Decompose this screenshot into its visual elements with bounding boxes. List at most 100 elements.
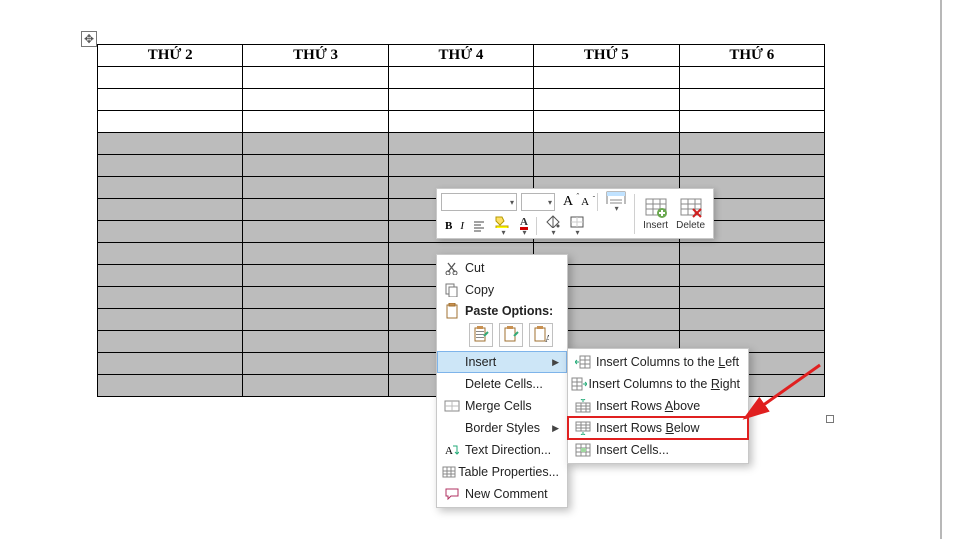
table-cell[interactable]	[98, 67, 243, 89]
table-cell[interactable]	[98, 199, 243, 221]
insert-cells-icon	[570, 443, 596, 457]
table-cell[interactable]	[98, 287, 243, 309]
table-cell[interactable]	[679, 265, 824, 287]
menu-paste-options-header: Paste Options: A	[437, 301, 567, 351]
delete-ribbon-button[interactable]: Delete	[674, 192, 707, 236]
table-cell[interactable]	[98, 309, 243, 331]
table-cell[interactable]	[98, 375, 243, 397]
align-button[interactable]	[468, 215, 490, 237]
table-cell[interactable]	[98, 177, 243, 199]
table-row[interactable]	[98, 89, 825, 111]
table-cell[interactable]	[679, 243, 824, 265]
table-header[interactable]: THỨ 2	[98, 45, 243, 67]
table-cell[interactable]	[243, 177, 388, 199]
table-cell[interactable]	[98, 243, 243, 265]
table-move-handle[interactable]: ✥	[81, 31, 97, 47]
table-header[interactable]: THỨ 3	[243, 45, 388, 67]
table-cell[interactable]	[534, 133, 679, 155]
table-cell[interactable]	[388, 111, 533, 133]
table-cell[interactable]	[243, 221, 388, 243]
paste-option-text-only[interactable]: A	[529, 323, 553, 347]
table-cell[interactable]	[679, 89, 824, 111]
table-cell[interactable]	[243, 309, 388, 331]
table-cell[interactable]	[98, 111, 243, 133]
table-cell[interactable]	[388, 89, 533, 111]
bold-button[interactable]: B	[441, 215, 456, 237]
context-menu: Cut Copy Paste Options: A Insert	[436, 254, 568, 508]
table-cell[interactable]	[243, 133, 388, 155]
table-cell[interactable]	[679, 111, 824, 133]
paste-option-merge[interactable]	[499, 323, 523, 347]
table-cell[interactable]	[243, 67, 388, 89]
table-cell[interactable]	[98, 155, 243, 177]
submenu-insert-cols-right[interactable]: Insert Columns to the Right	[568, 373, 748, 395]
menu-cut[interactable]: Cut	[437, 257, 567, 279]
menu-insert[interactable]: Insert ▶	[437, 351, 567, 373]
table-cell[interactable]	[243, 111, 388, 133]
table-cell[interactable]	[243, 89, 388, 111]
submenu-arrow-icon: ▶	[552, 423, 559, 434]
table-row[interactable]	[98, 67, 825, 89]
table-cell[interactable]	[98, 133, 243, 155]
table-cell[interactable]	[388, 133, 533, 155]
menu-table-properties[interactable]: Table Properties...	[437, 461, 567, 483]
table-cell[interactable]	[679, 287, 824, 309]
table-cell[interactable]	[243, 331, 388, 353]
table-cell[interactable]	[534, 155, 679, 177]
menu-copy[interactable]: Copy	[437, 279, 567, 301]
table-cell[interactable]	[679, 133, 824, 155]
table-cell[interactable]	[243, 265, 388, 287]
table-cell[interactable]	[98, 89, 243, 111]
table-header[interactable]: THỨ 4	[388, 45, 533, 67]
italic-button[interactable]: I	[456, 215, 468, 237]
font-size-combo[interactable]: ▾	[521, 193, 555, 211]
table-header[interactable]: THỨ 6	[679, 45, 824, 67]
font-name-combo[interactable]: ▾	[441, 193, 517, 211]
table-cell[interactable]	[679, 67, 824, 89]
table-cell[interactable]	[243, 353, 388, 375]
borders-button[interactable]: ▾	[565, 215, 589, 237]
insert-ribbon-button[interactable]: Insert	[641, 192, 670, 236]
table-cell[interactable]	[243, 155, 388, 177]
table-resize-handle[interactable]	[826, 415, 834, 423]
menu-border-styles[interactable]: Border Styles ▶	[437, 417, 567, 439]
insert-rows-above-icon	[570, 399, 596, 413]
menu-delete-cells[interactable]: Delete Cells...	[437, 373, 567, 395]
svg-text:A: A	[545, 334, 549, 344]
table-cell[interactable]	[243, 375, 388, 397]
table-row[interactable]	[98, 111, 825, 133]
shading-button[interactable]: ▾	[541, 215, 565, 237]
submenu-insert-cols-left[interactable]: Insert Columns to the Left	[568, 351, 748, 373]
paste-option-keep-source[interactable]	[469, 323, 493, 347]
table-cell[interactable]	[243, 287, 388, 309]
submenu-insert-rows-above[interactable]: Insert Rows Above	[568, 395, 748, 417]
table-cell[interactable]	[243, 243, 388, 265]
table-cell[interactable]	[534, 89, 679, 111]
insert-rows-below-icon	[570, 421, 596, 435]
highlight-button[interactable]: ▾	[490, 215, 516, 237]
table-cell[interactable]	[534, 111, 679, 133]
grow-font-button[interactable]: Aˆ	[559, 191, 577, 213]
table-cell[interactable]	[98, 221, 243, 243]
table-row[interactable]	[98, 155, 825, 177]
submenu-insert-cells[interactable]: Insert Cells...	[568, 439, 748, 461]
table-header[interactable]: THỨ 5	[534, 45, 679, 67]
table-cell[interactable]	[98, 353, 243, 375]
styles-button[interactable]: ▾	[602, 191, 630, 213]
submenu-insert-rows-below[interactable]: Insert Rows Below	[568, 417, 748, 439]
table-cell[interactable]	[388, 67, 533, 89]
delete-icon	[680, 198, 702, 218]
table-cell[interactable]	[243, 199, 388, 221]
font-color-button[interactable]: A▾	[516, 215, 532, 237]
shrink-font-button[interactable]: Aˇ	[577, 191, 593, 213]
table-row[interactable]	[98, 133, 825, 155]
table-cell[interactable]	[679, 309, 824, 331]
table-cell[interactable]	[98, 331, 243, 353]
table-cell[interactable]	[98, 265, 243, 287]
table-cell[interactable]	[679, 155, 824, 177]
menu-merge-cells[interactable]: Merge Cells	[437, 395, 567, 417]
table-cell[interactable]	[534, 67, 679, 89]
menu-text-direction[interactable]: A Text Direction...	[437, 439, 567, 461]
menu-new-comment[interactable]: New Comment	[437, 483, 567, 505]
table-cell[interactable]	[388, 155, 533, 177]
